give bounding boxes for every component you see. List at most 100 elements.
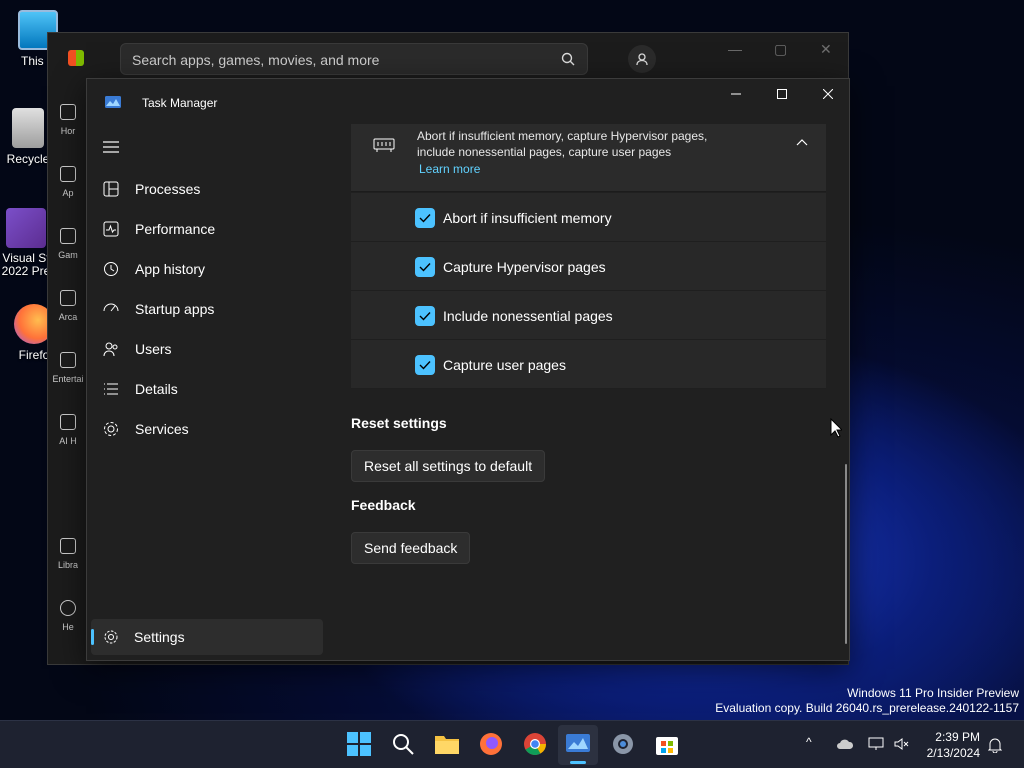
chrome-icon[interactable]: [522, 731, 548, 757]
onedrive-icon[interactable]: [836, 738, 854, 750]
hamburger-menu-icon[interactable]: [103, 141, 119, 153]
checkbox[interactable]: [415, 208, 435, 228]
watermark-line-2: Evaluation copy. Build 26040.rs_prerelea…: [715, 701, 1019, 715]
nav-item-processes[interactable]: Processes: [87, 169, 323, 209]
sidebar-nav: Processes Performance App history Startu…: [87, 169, 323, 449]
active-indicator: [570, 761, 586, 764]
settings-content: Abort if insufficient memory, capture Hy…: [351, 124, 826, 660]
selection-indicator: [91, 629, 94, 645]
checkbox[interactable]: [415, 355, 435, 375]
option-row[interactable]: Capture Hypervisor pages: [351, 242, 826, 291]
scrollbar[interactable]: [845, 464, 847, 644]
store-search-placeholder: Search apps, games, movies, and more: [132, 52, 380, 68]
memory-dump-options-expander[interactable]: Abort if insufficient memory, capture Hy…: [351, 124, 826, 192]
nav-item-performance[interactable]: Performance: [87, 209, 323, 249]
feedback-heading: Feedback: [351, 497, 416, 513]
maximize-icon: [777, 89, 787, 99]
checkbox[interactable]: [415, 306, 435, 326]
minimize-icon: [731, 93, 741, 95]
search-icon[interactable]: [561, 52, 575, 66]
nav-label: App history: [135, 261, 206, 277]
volume-muted-icon[interactable]: [894, 737, 910, 751]
services-icon: [104, 422, 118, 436]
learn-more-link[interactable]: Learn more: [419, 162, 480, 176]
nav-item-startup-apps[interactable]: Startup apps: [87, 289, 323, 329]
store-nav-help[interactable]: He: [48, 585, 88, 647]
details-icon: [104, 383, 118, 395]
window-title: Task Manager: [142, 96, 218, 110]
minimize-button[interactable]: [713, 79, 759, 109]
nav-label: Users: [135, 341, 172, 357]
store-maximize-button[interactable]: ▢: [774, 41, 787, 58]
visual-studio-icon: [6, 208, 46, 248]
processes-icon: [103, 181, 119, 197]
apps-icon: [60, 166, 76, 182]
help-icon: [60, 600, 76, 616]
store-nav-gaming[interactable]: Gam: [48, 213, 88, 275]
close-icon: [823, 89, 833, 99]
memory-chip-icon: [373, 138, 395, 152]
maximize-button[interactable]: [759, 79, 805, 109]
nav-label: Services: [135, 421, 189, 437]
taskbar: ^ 2:39 PM 2/13/2024: [0, 720, 1024, 768]
account-icon[interactable]: [628, 45, 656, 73]
option-row[interactable]: Capture user pages: [351, 340, 826, 389]
store-search-input[interactable]: Search apps, games, movies, and more: [120, 43, 588, 75]
task-manager-taskbar-button[interactable]: [558, 725, 598, 765]
store-logo-icon: [68, 50, 84, 66]
gaming-icon: [60, 228, 76, 244]
firefox-icon[interactable]: [478, 731, 504, 757]
store-nav-library[interactable]: Libra: [48, 523, 88, 585]
file-explorer-icon[interactable]: [434, 731, 460, 757]
start-icon[interactable]: [346, 731, 372, 757]
task-manager-window: Task Manager Processes Performance App h…: [86, 78, 850, 661]
settings-icon[interactable]: [610, 731, 636, 757]
option-row[interactable]: Include nonessential pages: [351, 291, 826, 340]
store-nav-entertainment[interactable]: Entertai: [48, 337, 88, 399]
recycle-bin-icon: [12, 108, 44, 148]
clock-date: 2/13/2024: [926, 746, 980, 760]
users-icon: [103, 342, 118, 357]
nav-label: Details: [135, 381, 178, 397]
option-label: Abort if insufficient memory: [443, 210, 612, 226]
nav-item-users[interactable]: Users: [87, 329, 323, 369]
nav-label: Startup apps: [135, 301, 215, 317]
checkmark-icon: [419, 361, 431, 370]
nav-item-settings[interactable]: Settings: [91, 619, 323, 655]
entertainment-icon: [60, 352, 76, 368]
checkmark-icon: [419, 214, 431, 223]
store-nav-home[interactable]: Hor: [48, 89, 88, 151]
nav-label: Processes: [135, 181, 201, 197]
search-icon[interactable]: [390, 731, 416, 757]
store-nav-arcade[interactable]: Arca: [48, 275, 88, 337]
microsoft-store-icon[interactable]: [654, 731, 680, 757]
reset-settings-heading: Reset settings: [351, 415, 447, 431]
option-label: Include nonessential pages: [443, 308, 613, 324]
store-nav-apps[interactable]: Ap: [48, 151, 88, 213]
option-row[interactable]: Abort if insufficient memory: [351, 193, 826, 242]
reset-all-settings-button[interactable]: Reset all settings to default: [351, 450, 546, 482]
checkbox[interactable]: [415, 257, 435, 277]
close-button[interactable]: [805, 79, 851, 109]
mouse-cursor-icon: [830, 418, 842, 438]
store-minimize-button[interactable]: —: [728, 41, 742, 57]
nav-label: Performance: [135, 221, 216, 237]
store-sidebar: Hor Ap Gam Arca Entertai AI H Libra He: [48, 89, 88, 647]
network-icon[interactable]: [868, 737, 884, 751]
store-close-button[interactable]: ✕: [820, 41, 832, 58]
startup-apps-icon: [103, 303, 119, 312]
home-icon: [60, 104, 76, 120]
library-icon: [60, 538, 76, 554]
ai-hub-icon: [60, 414, 76, 430]
option-label: Capture user pages: [443, 357, 566, 373]
nav-item-details[interactable]: Details: [87, 369, 323, 409]
nav-item-app-history[interactable]: App history: [87, 249, 323, 289]
chevron-up-icon[interactable]: ^: [806, 735, 812, 749]
send-feedback-button[interactable]: Send feedback: [351, 532, 471, 564]
clock-time: 2:39 PM: [935, 730, 980, 744]
clock[interactable]: 2:39 PM 2/13/2024: [927, 729, 980, 761]
chevron-up-icon[interactable]: [796, 138, 808, 146]
nav-item-services[interactable]: Services: [87, 409, 323, 449]
store-nav-ai-hub[interactable]: AI H: [48, 399, 88, 461]
notification-bell-icon[interactable]: [988, 737, 1002, 753]
